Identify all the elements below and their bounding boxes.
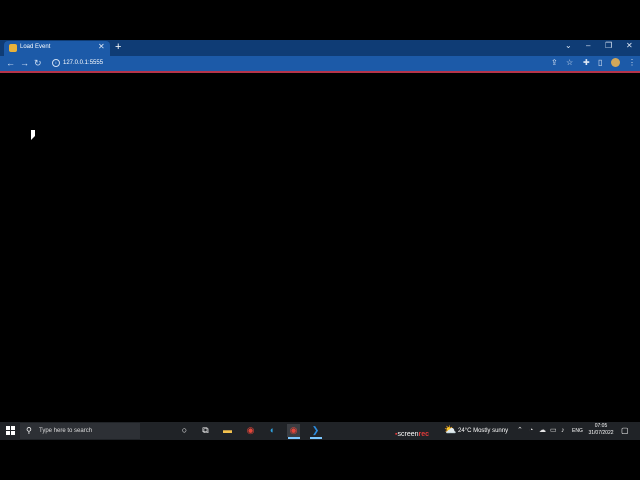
file-explorer-icon[interactable]: ▬	[221, 424, 234, 437]
address-bar[interactable]: 127.0.0.1:5555	[63, 59, 103, 67]
chrome-active-icon[interactable]: ◉	[287, 424, 300, 437]
tab-favicon-icon	[9, 44, 17, 52]
screenrec-watermark: ▪screenrec	[395, 431, 430, 438]
site-info-icon[interactable]: i	[52, 59, 60, 67]
back-button[interactable]: ←	[6, 57, 15, 69]
task-view-icon[interactable]: ⧉	[199, 424, 212, 437]
edge-icon[interactable]: ◐	[266, 424, 279, 437]
mouse-cursor-icon	[31, 130, 35, 140]
tray-overflow-icon[interactable]: ⌃	[517, 425, 523, 437]
window-close-icon[interactable]: ✕	[626, 41, 633, 51]
vscode-icon[interactable]: ❯	[309, 424, 322, 437]
clock-date[interactable]: 31/07/2022	[586, 430, 616, 437]
notification-icon[interactable]: ▢	[621, 425, 629, 437]
network-icon[interactable]: ▭	[550, 425, 557, 437]
extensions-icon[interactable]: ✚	[583, 57, 590, 69]
tray-app-icon[interactable]: ◔	[529, 425, 533, 437]
browser-menu-icon[interactable]: ⋮	[628, 57, 636, 69]
chrome-icon[interactable]: ◉	[244, 424, 257, 437]
tab-list-icon[interactable]: ⌄	[565, 41, 572, 51]
vscode-indicator	[310, 437, 322, 439]
clock-time[interactable]: 07:05	[588, 423, 614, 430]
tab-title: Load Event	[20, 44, 51, 50]
start-button[interactable]	[6, 426, 15, 435]
restore-icon[interactable]: ❐	[605, 41, 612, 51]
share-icon[interactable]: ⇪	[551, 57, 558, 69]
onedrive-icon[interactable]: ☁	[539, 425, 546, 437]
search-placeholder: Type here to search	[39, 428, 93, 434]
volume-icon[interactable]: ♪	[561, 425, 565, 437]
side-panel-icon[interactable]: ▯	[598, 57, 602, 69]
tab-close-icon[interactable]: ✕	[98, 42, 105, 52]
bookmark-icon[interactable]: ☆	[566, 57, 573, 69]
weather-text[interactable]: 24°C Mostly sunny	[458, 427, 508, 435]
active-app-indicator	[288, 437, 300, 439]
new-tab-button[interactable]: +	[115, 40, 121, 54]
page-content[interactable]	[0, 73, 640, 422]
forward-button[interactable]: →	[20, 57, 29, 69]
reload-button[interactable]: ↻	[34, 57, 42, 69]
cortana-icon[interactable]: ○	[178, 424, 191, 437]
profile-avatar[interactable]	[611, 58, 620, 67]
weather-icon[interactable]: ⛅	[444, 425, 456, 437]
language-indicator[interactable]: ENG	[572, 427, 583, 435]
search-icon: ⚲	[26, 426, 32, 435]
minimize-icon[interactable]: –	[586, 41, 590, 51]
